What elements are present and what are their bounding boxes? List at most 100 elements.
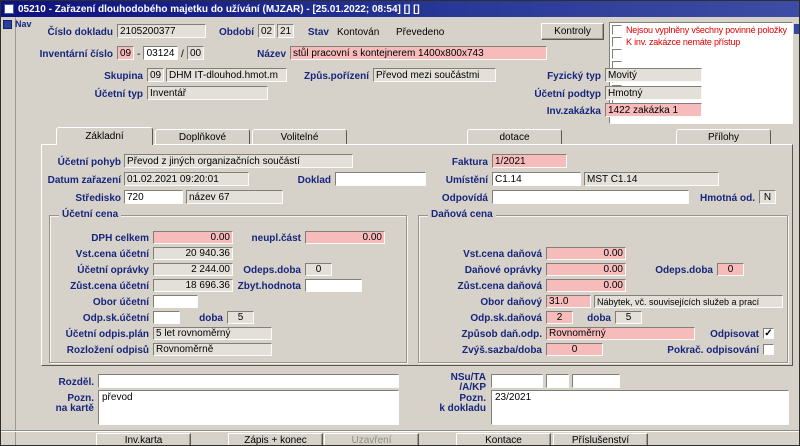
stav-value-1: Kontován bbox=[337, 26, 379, 39]
inv-karta-button[interactable]: Inv.karta bbox=[96, 433, 191, 446]
zpus-porizeni-label: Způs.pořízení bbox=[287, 70, 369, 83]
stredisko-text-field[interactable]: název 67 bbox=[186, 190, 283, 204]
odeps-doba-danova-field[interactable]: 0 bbox=[717, 263, 744, 276]
obor-ucetni-field[interactable] bbox=[153, 295, 198, 308]
hmotna-od-field[interactable]: N bbox=[759, 190, 776, 204]
zust-cena-ucetni-field[interactable]: 18 696.36 bbox=[153, 279, 233, 292]
vst-cena-danova-label: Vst.cena daňová bbox=[432, 248, 542, 261]
nav-strip-divider bbox=[15, 17, 16, 446]
zpusob-dan-odp-label: Způsob daň.odp. bbox=[432, 328, 542, 341]
ucetni-podtyp-field[interactable]: Hmotný bbox=[605, 86, 702, 100]
warning-text: K inv. zakázce nemáte přístup bbox=[626, 37, 740, 48]
nsu-field-1[interactable] bbox=[491, 374, 543, 388]
umisteni-text-field[interactable]: MST C1.14 bbox=[584, 172, 719, 186]
danove-opravky-label: Daňové oprávky bbox=[432, 264, 542, 277]
ucetni-odpis-plan-label: Účetní odpis.plán bbox=[45, 328, 149, 341]
vst-cena-ucetni-field[interactable]: 20 940.36 bbox=[153, 247, 233, 260]
obdobi-field-2[interactable]: 21 bbox=[277, 24, 294, 38]
nazev-field[interactable]: stůl pracovní s kontejnerem 1400x800x743 bbox=[290, 46, 547, 60]
doba-ucetni-label: doba bbox=[187, 312, 223, 325]
zvys-sazba-doba-field[interactable]: 0 bbox=[546, 343, 603, 356]
pokrac-odpisovani-checkbox[interactable] bbox=[763, 344, 774, 355]
tab-volitelne[interactable]: Volitelné bbox=[252, 129, 347, 144]
message-checkbox[interactable] bbox=[612, 37, 622, 47]
neupl-cast-field[interactable]: 0.00 bbox=[305, 231, 385, 244]
ucetni-odpis-plan-field[interactable]: 5 let rovnoměrný bbox=[153, 327, 272, 340]
nsu-field-3[interactable] bbox=[572, 374, 620, 388]
umisteni-code-field[interactable]: C1.14 bbox=[492, 172, 581, 186]
inventarni-cislo-field-3[interactable]: 00 bbox=[187, 46, 204, 60]
skupina-text-field[interactable]: DHM IT-dlouhod.hmot.m bbox=[166, 68, 287, 82]
warning-text: Nejsou vyplněny všechny povinné položky bbox=[626, 25, 787, 36]
doklad-field[interactable] bbox=[335, 172, 426, 186]
ucetni-typ-field[interactable]: Inventář bbox=[147, 86, 268, 100]
odeps-doba-danova-label: Odeps.doba bbox=[643, 264, 713, 277]
vst-cena-danova-field[interactable]: 0.00 bbox=[546, 247, 626, 260]
pozn-doklad-textarea[interactable]: 23/2021 bbox=[491, 390, 789, 425]
kontroly-button[interactable]: Kontroly bbox=[541, 23, 604, 40]
datum-zarazeni-field[interactable]: 01.02.2021 09:20:01 bbox=[124, 172, 249, 186]
doba-danova-label: doba bbox=[577, 312, 611, 325]
skupina-code-field[interactable]: 09 bbox=[147, 68, 164, 82]
dph-celkem-field[interactable]: 0.00 bbox=[153, 231, 233, 244]
datum-zarazeni-label: Datum zařazení bbox=[34, 174, 121, 187]
odeps-doba-ucetni-label: Odeps.doba bbox=[229, 264, 301, 277]
hmotna-od-label: Hmotná od. bbox=[689, 192, 755, 205]
doba-ucetni-field[interactable]: 5 bbox=[227, 311, 254, 324]
stredisko-code-field[interactable]: 720 bbox=[124, 190, 183, 204]
application-window: 05210 - Zařazení dlouhodobého majetku do… bbox=[0, 0, 800, 446]
faktura-label: Faktura bbox=[429, 156, 488, 169]
pozn-karta-textarea[interactable]: převod bbox=[98, 390, 399, 425]
inventarni-cislo-field-2[interactable]: 03124 bbox=[143, 46, 178, 60]
inventarni-cislo-separator-2: / bbox=[181, 48, 184, 61]
fyzicky-typ-field[interactable]: Movitý bbox=[605, 68, 702, 82]
panel-corner-button[interactable] bbox=[794, 24, 800, 34]
tab-prilohy[interactable]: Přílohy bbox=[676, 129, 771, 144]
faktura-field[interactable]: 1/2021 bbox=[492, 154, 567, 168]
tab-zakladni[interactable]: Základní bbox=[56, 127, 153, 145]
zpusob-dan-odp-field[interactable]: Rovnoměrný bbox=[546, 327, 695, 340]
zapis-konec-button[interactable]: Zápis + konec bbox=[228, 433, 323, 446]
tab-doplnkove[interactable]: Doplňkové bbox=[155, 129, 250, 144]
nazev-label: Název bbox=[214, 48, 286, 61]
zvys-sazba-doba-label: Zvýš.sazba/doba bbox=[432, 344, 542, 357]
odp-sk-ucetni-field[interactable] bbox=[153, 311, 180, 324]
message-checkbox[interactable] bbox=[612, 25, 622, 35]
rozlozeni-odpisu-field[interactable]: Rovnoměrně bbox=[153, 343, 272, 356]
inventarni-cislo-field-1[interactable]: 09 bbox=[117, 46, 134, 60]
doba-danova-field[interactable]: 5 bbox=[615, 311, 642, 324]
inventarni-cislo-separator-1: - bbox=[137, 48, 140, 61]
ucetni-pohyb-field[interactable]: Převod z jiných organizačních součástí bbox=[124, 154, 353, 168]
ucetni-pohyb-label: Účetní pohyb bbox=[47, 156, 121, 169]
danove-opravky-field[interactable]: 0.00 bbox=[546, 263, 626, 276]
prislusenstvi-button[interactable]: Příslušenství bbox=[553, 433, 648, 446]
nav-icon bbox=[3, 20, 12, 29]
kontace-button[interactable]: Kontace bbox=[456, 433, 551, 446]
nsu-field-2[interactable] bbox=[546, 374, 569, 388]
ucetni-opravky-field[interactable]: 2 244.00 bbox=[153, 263, 233, 276]
cislo-dokladu-field[interactable]: 2105200377 bbox=[117, 24, 206, 38]
tab-dotace[interactable]: dotace bbox=[467, 129, 562, 144]
zbyt-hodnota-field[interactable] bbox=[305, 279, 362, 292]
zpus-porizeni-field[interactable]: Převod mezi součástmi bbox=[373, 68, 496, 82]
window-title: 05210 - Zařazení dlouhodobého majetku do… bbox=[18, 4, 420, 15]
app-icon bbox=[4, 4, 14, 14]
skupina-label: Skupina bbox=[59, 70, 143, 83]
obor-danovy-field[interactable]: 31.0 bbox=[546, 295, 591, 308]
stav-label: Stav bbox=[301, 26, 329, 39]
odeps-doba-ucetni-field[interactable]: 0 bbox=[305, 263, 332, 276]
message-checkbox[interactable] bbox=[612, 49, 622, 59]
odpisovat-checkbox[interactable]: ✓ bbox=[763, 328, 774, 339]
obor-danovy-text-field[interactable]: Nábytek, vč. souvisejících služeb a prac… bbox=[594, 295, 783, 308]
ucetni-typ-label: Účetní typ bbox=[59, 88, 143, 101]
inv-zakazka-field[interactable]: 1422 zakázka 1 bbox=[605, 103, 702, 117]
odp-sk-danova-field[interactable]: 2 bbox=[546, 311, 573, 324]
inv-zakazka-label: Inv.zakázka bbox=[521, 105, 601, 118]
odpovida-field[interactable] bbox=[492, 190, 689, 204]
zust-cena-danova-field[interactable]: 0.00 bbox=[546, 279, 626, 292]
rozdel-label: Rozděl. bbox=[47, 376, 94, 389]
rozdel-field[interactable] bbox=[98, 374, 399, 388]
zust-cena-ucetni-label: Zůst.cena účetní bbox=[45, 280, 149, 293]
obdobi-field-1[interactable]: 02 bbox=[258, 24, 275, 38]
zbyt-hodnota-label: Zbyt.hodnota bbox=[229, 280, 301, 293]
